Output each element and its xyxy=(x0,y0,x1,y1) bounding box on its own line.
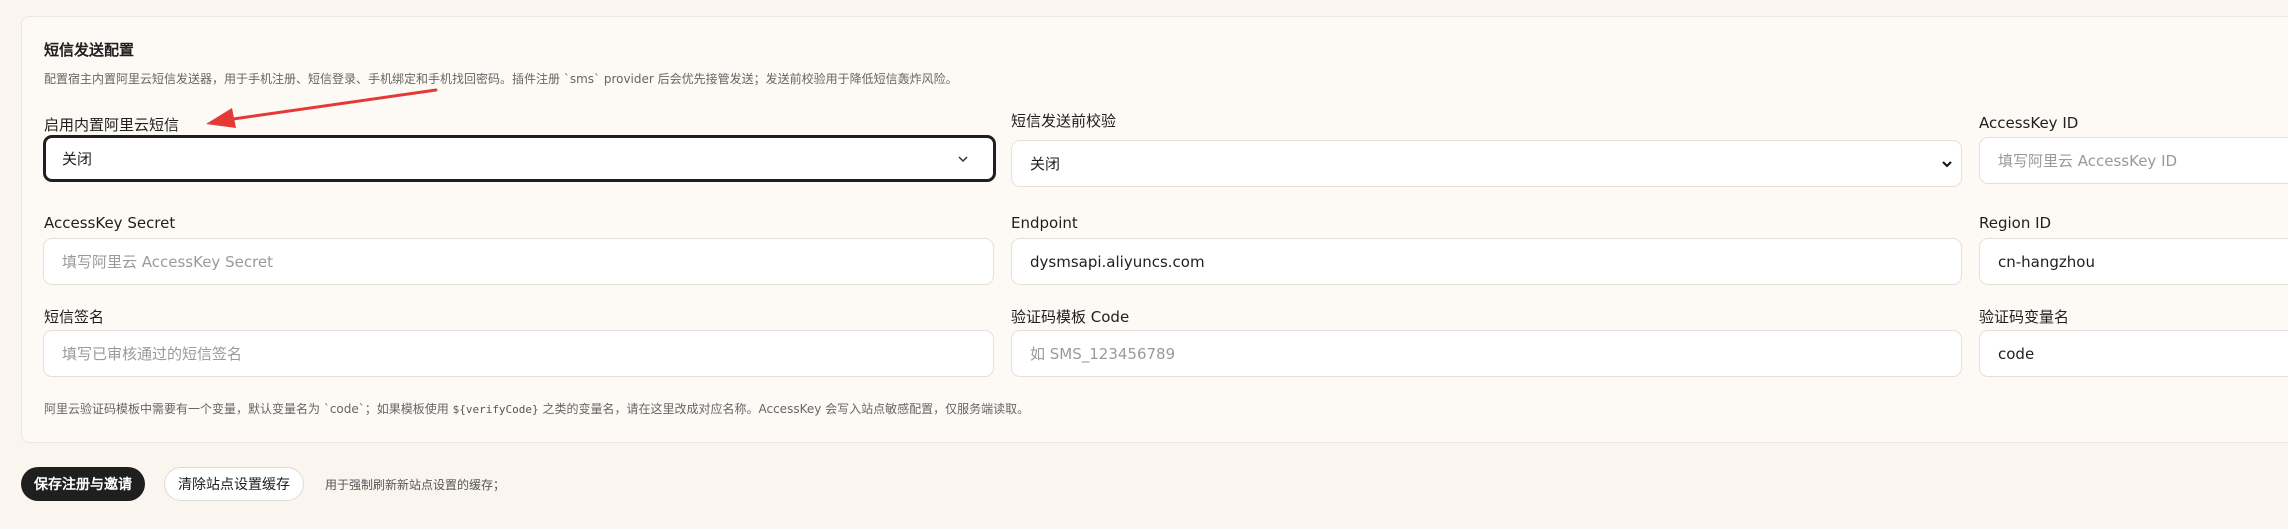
endpoint-label: Endpoint xyxy=(1011,214,1078,232)
section-title: 短信发送配置 xyxy=(44,41,135,59)
clear-site-cache-button[interactable]: 清除站点设置缓存 xyxy=(164,467,304,501)
pre-send-check-label: 短信发送前校验 xyxy=(1011,112,1117,130)
region-id-input[interactable] xyxy=(1998,252,2288,271)
code-variable-input[interactable] xyxy=(1998,344,2288,363)
code-variable-label: 验证码变量名 xyxy=(1979,308,2070,326)
note-text-after: 之类的变量名，请在这里改成对应名称。AccessKey 会写入站点敏感配置，仅服… xyxy=(538,402,1030,416)
chevron-down-icon xyxy=(953,149,973,169)
template-code-field[interactable] xyxy=(1011,330,1962,377)
region-id-label: Region ID xyxy=(1979,214,2052,232)
template-code-label: 验证码模板 Code xyxy=(1011,308,1130,326)
access-key-id-field[interactable] xyxy=(1979,137,2288,184)
code-variable-field[interactable] xyxy=(1979,330,2288,377)
region-id-field[interactable] xyxy=(1979,238,2288,285)
enable-builtin-sms-label: 启用内置阿里云短信 xyxy=(44,116,180,134)
access-key-id-label: AccessKey ID xyxy=(1979,114,2079,132)
endpoint-input[interactable] xyxy=(1030,252,1961,271)
access-key-secret-field[interactable] xyxy=(43,238,994,285)
section-description: 配置宿主内置阿里云短信发送器，用于手机注册、短信登录、手机绑定和手机找回密码。插… xyxy=(44,72,958,86)
enable-builtin-sms-value: 关闭 xyxy=(62,150,93,168)
access-key-id-input[interactable] xyxy=(1998,151,2288,170)
enable-builtin-sms-select[interactable]: 关闭 xyxy=(43,135,996,182)
endpoint-field[interactable] xyxy=(1011,238,1962,285)
template-code-input[interactable] xyxy=(1030,344,1961,363)
access-key-secret-label: AccessKey Secret xyxy=(44,214,176,232)
sign-name-field[interactable] xyxy=(43,330,994,377)
sign-name-label: 短信签名 xyxy=(44,308,105,326)
page: 短信发送配置 配置宿主内置阿里云短信发送器，用于手机注册、短信登录、手机绑定和手… xyxy=(0,0,2288,529)
clear-cache-hint: 用于强制刷新新站点设置的缓存； xyxy=(325,478,506,492)
note-code-variable: ${verifyCode} xyxy=(452,403,539,416)
pre-send-check-value: 关闭 xyxy=(1030,155,1061,173)
save-registration-invite-button[interactable]: 保存注册与邀请 xyxy=(21,467,145,501)
access-key-secret-input[interactable] xyxy=(62,252,993,271)
pre-send-check-select[interactable]: 关闭 xyxy=(1011,140,1962,187)
sign-name-input[interactable] xyxy=(62,344,993,363)
chevron-down-icon xyxy=(1937,154,1957,174)
note-text-before: 阿里云验证码模板中需要有一个变量，默认变量名为 `code`；如果模板使用 xyxy=(44,402,453,416)
template-variable-note: 阿里云验证码模板中需要有一个变量，默认变量名为 `code`；如果模板使用 ${… xyxy=(44,400,1029,417)
